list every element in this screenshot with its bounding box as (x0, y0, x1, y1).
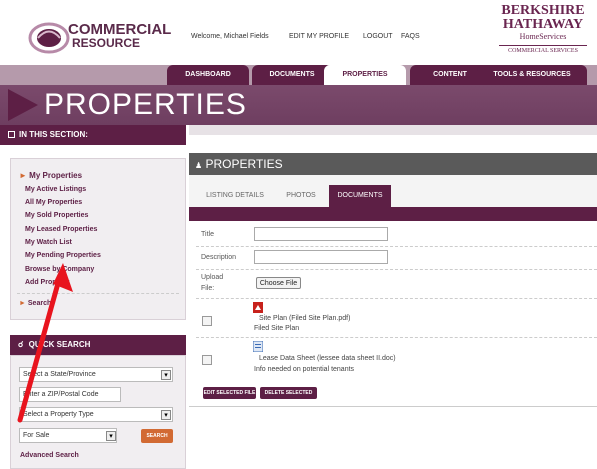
annotation-arrow-icon (17, 263, 73, 423)
